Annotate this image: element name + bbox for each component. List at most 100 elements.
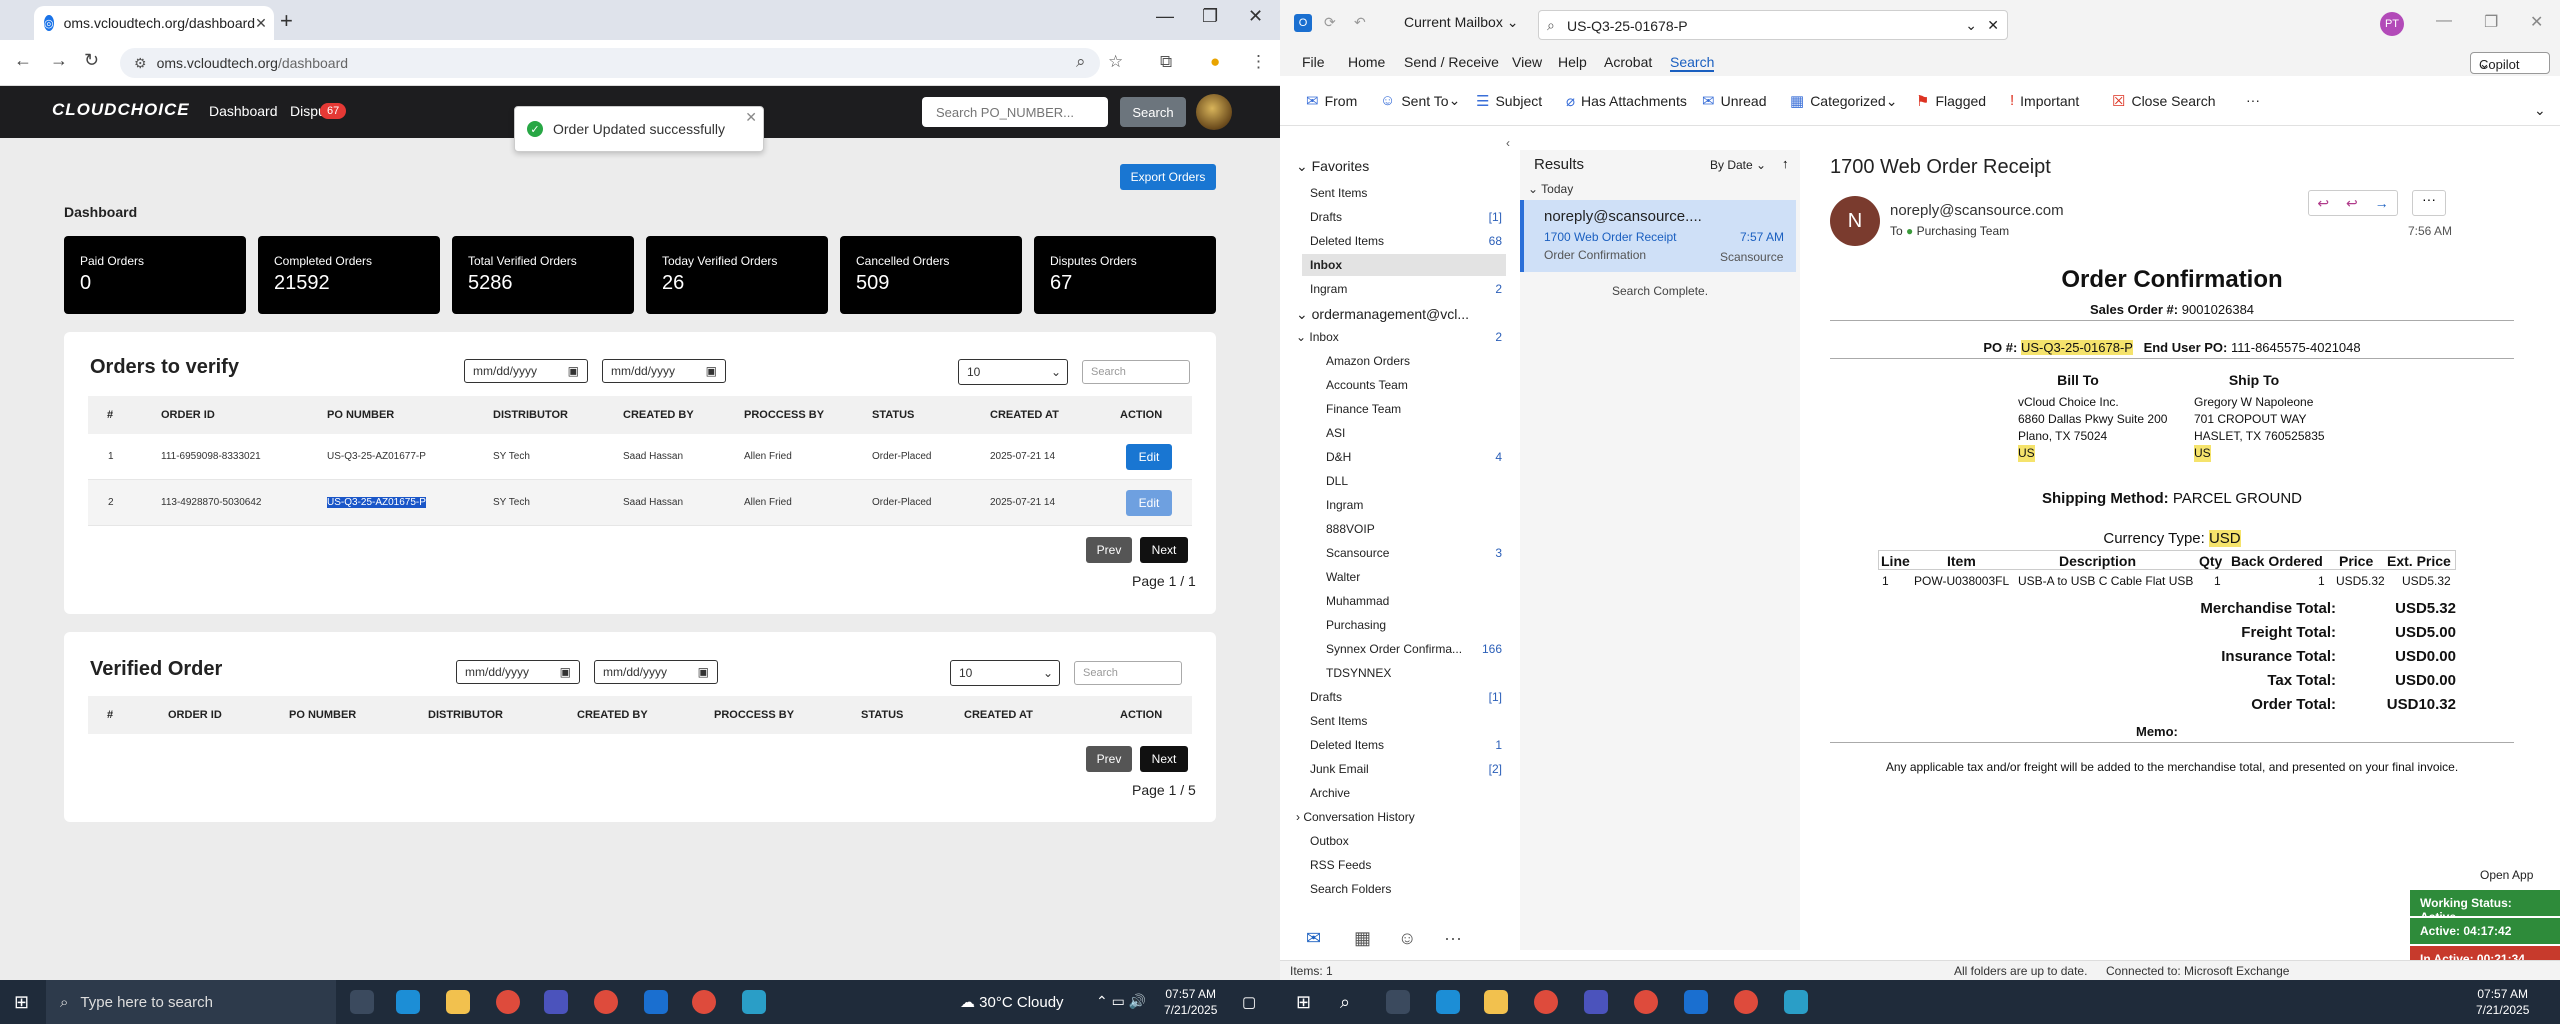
more-actions-icon[interactable]: ··· [2412, 190, 2446, 216]
chrome-icon[interactable] [1534, 990, 1558, 1014]
maximize-icon[interactable]: ❐ [1202, 6, 1218, 27]
filter-sent-to[interactable]: ☺ Sent To ⌄ [1380, 92, 1460, 109]
folder-inbox-favorite[interactable]: Inbox [1310, 258, 1342, 272]
forward-icon[interactable]: → [50, 50, 68, 71]
search-icon[interactable]: ⌕ [1340, 992, 1350, 1013]
folder-item[interactable]: Outbox [1310, 834, 1349, 848]
folder-item[interactable]: Accounts Team [1326, 378, 1408, 392]
verify-date-to[interactable]: mm/dd/yyyy ▣ [602, 359, 726, 383]
task-view-icon[interactable] [1386, 990, 1410, 1014]
menu-acrobat[interactable]: Acrobat [1604, 54, 1652, 70]
search-scope-dropdown[interactable]: Current Mailbox ⌄ [1404, 14, 1518, 31]
edge-icon[interactable] [1436, 990, 1460, 1014]
zoom-icon[interactable]: ⌕ [1076, 52, 1086, 72]
taskbar-search[interactable]: ⌕ Type here to search [46, 980, 336, 1024]
undo-icon[interactable]: ↶ [1354, 14, 1366, 31]
verified-page-size-select[interactable]: 10 ⌄ [950, 660, 1060, 686]
filter-unread[interactable]: ✉ Unread [1702, 92, 1767, 110]
zoom-app-icon[interactable] [544, 990, 568, 1014]
browser-tab[interactable]: ◎ oms.vcloudtech.org/dashboard ✕ [34, 6, 274, 40]
user-avatar[interactable] [1196, 94, 1232, 130]
nav-dashboard[interactable]: Dashboard [209, 103, 278, 119]
verified-date-to[interactable]: mm/dd/yyyy ▣ [594, 660, 718, 684]
calendar-icon[interactable]: ▣ [698, 665, 709, 679]
next-button[interactable]: Next [1140, 746, 1188, 772]
more-apps-icon[interactable]: ··· [1444, 928, 1462, 949]
folder-item[interactable]: Sent Items [1310, 714, 1367, 728]
folder-item[interactable]: Synnex Order Confirma... [1326, 642, 1462, 656]
po-search-input[interactable] [922, 97, 1108, 127]
clear-search-icon[interactable]: ✕ [1987, 17, 1999, 34]
close-window-icon[interactable]: ✕ [1248, 6, 1263, 27]
folder-ingram-favorite[interactable]: Ingram [1310, 282, 1347, 296]
folder-item[interactable]: D&H [1326, 450, 1351, 464]
menu-send-receive[interactable]: Send / Receive [1404, 54, 1499, 70]
verify-date-from[interactable]: mm/dd/yyyy ▣ [464, 359, 588, 383]
chrome-icon[interactable] [496, 990, 520, 1014]
folder-item[interactable]: Muhammad [1326, 594, 1389, 608]
folder-item[interactable]: Finance Team [1326, 402, 1401, 416]
verify-page-size-select[interactable]: 10 ⌄ [958, 359, 1068, 385]
notifications-icon[interactable]: ▢ [1242, 993, 1256, 1011]
menu-search[interactable]: Search [1670, 54, 1715, 72]
folder-item[interactable]: Amazon Orders [1326, 354, 1410, 368]
minimize-icon[interactable]: — [2436, 12, 2452, 30]
profile-avatar[interactable]: PT [2380, 12, 2404, 36]
folder-item[interactable]: Search Folders [1310, 882, 1391, 896]
minimize-icon[interactable]: — [1156, 6, 1174, 27]
collapse-folder-pane-icon[interactable]: ‹ [1506, 136, 1510, 150]
filter-has-attachments[interactable]: ⌀ Has Attachments [1566, 92, 1687, 110]
group-header[interactable]: ⌄ Today [1528, 182, 1573, 196]
folder-sent-items[interactable]: Sent Items [1310, 186, 1367, 200]
calendar-icon[interactable]: ▣ [560, 665, 571, 679]
weather-widget[interactable]: ☁ 30°C Cloudy [960, 993, 1064, 1011]
browser-menu-icon[interactable]: ⋮ [1250, 52, 1267, 72]
verified-date-from[interactable]: mm/dd/yyyy ▣ [456, 660, 580, 684]
chrome-icon[interactable] [1634, 990, 1658, 1014]
filter-categorized[interactable]: ▦ Categorized ⌄ [1790, 92, 1897, 111]
prev-button[interactable]: Prev [1086, 537, 1132, 563]
forward-icon[interactable]: → [2375, 195, 2389, 211]
filter-from[interactable]: ✉ From [1306, 92, 1357, 110]
address-bar[interactable]: ⚙ oms.vcloudtech.org/dashboard [120, 48, 1100, 78]
folder-item[interactable]: TDSYNNEX [1326, 666, 1391, 680]
file-explorer-icon[interactable] [1484, 990, 1508, 1014]
folder-item[interactable]: ASI [1326, 426, 1345, 440]
reply-all-icon[interactable]: ↩ [2346, 195, 2358, 212]
calendar-icon[interactable]: ▣ [568, 364, 579, 378]
account-header[interactable]: ⌄ ordermanagement@vcl... [1296, 306, 1469, 323]
export-orders-button[interactable]: Export Orders [1120, 164, 1216, 190]
folder-item[interactable]: 888VOIP [1326, 522, 1375, 536]
app-icon[interactable] [1784, 990, 1808, 1014]
folder-item[interactable]: RSS Feeds [1310, 858, 1371, 872]
sync-icon[interactable]: ⟳ [1324, 14, 1336, 31]
verify-search-input[interactable]: Search [1082, 360, 1190, 384]
chrome-icon[interactable] [594, 990, 618, 1014]
menu-home[interactable]: Home [1348, 54, 1385, 70]
close-tab-icon[interactable]: ✕ [255, 15, 267, 32]
app-icon[interactable] [742, 990, 766, 1014]
collapse-ribbon-icon[interactable]: ⌄ [2534, 102, 2546, 119]
folder-item[interactable]: DLL [1326, 474, 1348, 488]
folder-item[interactable]: Junk Email [1310, 762, 1369, 776]
people-icon[interactable]: ☺ [1398, 928, 1416, 949]
sender-address[interactable]: noreply@scansource.com [1890, 202, 2064, 219]
recipient-name[interactable]: Purchasing Team [1917, 224, 2010, 238]
app-logo[interactable]: CLOUDCHOICE [52, 100, 190, 120]
new-tab-icon[interactable]: + [280, 8, 293, 34]
site-info-icon[interactable]: ⚙ [134, 55, 147, 72]
mail-search-input[interactable]: ⌕ US-Q3-25-01678-P ⌄ ✕ [1538, 10, 2008, 40]
filter-flagged[interactable]: ⚑ Flagged [1916, 92, 1986, 110]
filter-subject[interactable]: ☰ Subject [1476, 92, 1542, 110]
folder-item[interactable]: Ingram [1326, 498, 1363, 512]
clock[interactable]: 07:57 AM 7/21/2025 [1164, 986, 1217, 1018]
folder-item[interactable]: Walter [1326, 570, 1360, 584]
menu-help[interactable]: Help [1558, 54, 1587, 70]
chrome-icon[interactable] [692, 990, 716, 1014]
edge-icon[interactable] [396, 990, 420, 1014]
reply-icon[interactable]: ↩ [2317, 195, 2329, 212]
verified-search-input[interactable]: Search [1074, 661, 1182, 685]
edit-button[interactable]: Edit [1126, 444, 1172, 470]
message-item-selected[interactable]: noreply@scansource.... 1700 Web Order Re… [1520, 200, 1796, 272]
extension-icon[interactable]: ● [1210, 52, 1220, 72]
